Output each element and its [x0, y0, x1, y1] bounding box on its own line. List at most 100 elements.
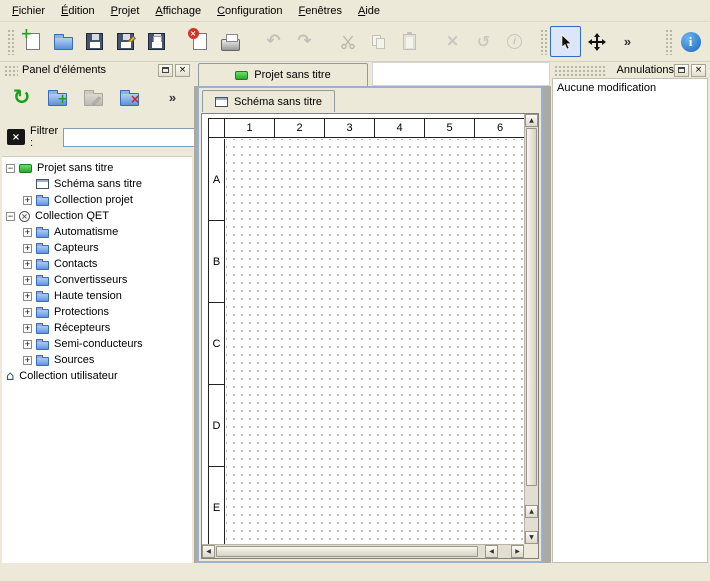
print-button[interactable] — [215, 26, 246, 57]
scroll-left-button[interactable]: ◀ — [485, 545, 498, 558]
horizontal-scroll-thumb[interactable] — [216, 546, 478, 557]
tree-expander[interactable]: + — [23, 308, 32, 317]
vertical-scrollbar[interactable]: ▲ ▲ ▼ — [524, 114, 538, 544]
close-panel-button[interactable]: × — [691, 64, 706, 77]
menu-fenetres[interactable]: Fenêtres — [291, 2, 350, 20]
open-file-button[interactable] — [48, 26, 79, 57]
toolbar-drag-handle[interactable] — [7, 29, 14, 55]
help-toolbar-drag-handle[interactable] — [665, 29, 672, 55]
folder-icon — [36, 341, 49, 350]
tree-expander[interactable]: + — [23, 356, 32, 365]
tree-item-convertisseurs[interactable]: + Convertisseurs — [2, 272, 192, 288]
tree-expander[interactable]: + — [23, 244, 32, 253]
save-as-button[interactable] — [110, 26, 141, 57]
toolbar-overflow-button[interactable]: » — [612, 26, 643, 57]
project-tab[interactable]: Projet sans titre — [198, 63, 368, 86]
tools-toolbar-drag-handle[interactable] — [540, 29, 547, 55]
tree-expander[interactable]: − — [6, 164, 15, 173]
tree-expander[interactable]: + — [23, 340, 32, 349]
tree-item-haute-tension[interactable]: + Haute tension — [2, 288, 192, 304]
tree-expander[interactable]: + — [23, 196, 32, 205]
tree-expander[interactable]: + — [23, 324, 32, 333]
element-info-button[interactable]: i — [499, 26, 530, 57]
float-panel-button[interactable] — [674, 64, 689, 77]
tree-item-automatisme[interactable]: + Automatisme — [2, 224, 192, 240]
menu-projet[interactable]: Projet — [103, 2, 148, 20]
tree-item-collection-qet[interactable]: − × Collection QET — [2, 208, 192, 224]
tree-expander[interactable]: + — [23, 276, 32, 285]
schema-tab[interactable]: Schéma sans titre — [202, 90, 335, 112]
menu-fichier[interactable]: Fichier — [4, 2, 53, 20]
horizontal-scrollbar[interactable]: ◀ ◀ ▶ — [202, 544, 524, 558]
move-tool-button[interactable] — [581, 26, 612, 57]
new-element-button[interactable]: + — [42, 82, 73, 113]
folder-icon — [36, 309, 49, 318]
scroll-left-button[interactable]: ◀ — [202, 545, 215, 558]
save-all-button[interactable] — [141, 26, 172, 57]
rotate-button[interactable]: ↺ — [468, 26, 499, 57]
close-panel-button[interactable]: × — [175, 64, 190, 77]
reload-collections-button[interactable]: ↻ — [6, 82, 37, 113]
tree-expander[interactable]: + — [23, 260, 32, 269]
tree-item-capteurs[interactable]: + Capteurs — [2, 240, 192, 256]
undo-button[interactable]: ↶ — [258, 26, 289, 57]
menu-configuration[interactable]: Configuration — [209, 2, 290, 20]
diagram-view: 1 2 3 4 5 6 A B C D E — [201, 113, 539, 559]
tree-expander[interactable]: + — [23, 292, 32, 301]
schema-tabbar: Schéma sans titre — [199, 88, 541, 112]
cut-button[interactable] — [332, 26, 363, 57]
paste-button[interactable] — [394, 26, 425, 57]
redo-button[interactable]: ↷ — [289, 26, 320, 57]
tree-item-schema-sans-titre[interactable]: Schéma sans titre — [2, 176, 192, 192]
column-label: 1 — [225, 119, 275, 137]
main-toolbar: + × ↶ ↷ — [0, 22, 710, 62]
row-label: A — [209, 139, 224, 221]
select-tool-button[interactable] — [550, 26, 581, 57]
new-file-button[interactable]: + — [17, 26, 48, 57]
undo-history-list: Aucune modification — [552, 78, 708, 563]
scrollbar-corner — [524, 544, 538, 558]
copy-button[interactable] — [363, 26, 394, 57]
scroll-right-button[interactable]: ▶ — [511, 545, 524, 558]
undo-list-item[interactable]: Aucune modification — [553, 79, 707, 97]
dock-drag-handle[interactable] — [4, 65, 18, 76]
tree-item-collection-projet[interactable]: + Collection projet — [2, 192, 192, 208]
menu-edition[interactable]: Édition — [53, 2, 103, 20]
project-icon — [19, 164, 32, 173]
vertical-scroll-thumb[interactable] — [526, 128, 537, 486]
scroll-up-button[interactable]: ▲ — [525, 505, 538, 518]
row-label: B — [209, 221, 224, 303]
tree-expander[interactable]: − — [6, 212, 15, 221]
schema-grid[interactable] — [226, 139, 524, 544]
tree-expander[interactable]: + — [23, 228, 32, 237]
menu-aide[interactable]: Aide — [350, 2, 388, 20]
dock-drag-handle[interactable] — [554, 65, 607, 76]
menu-affichage[interactable]: Affichage — [147, 2, 209, 20]
panel-toolbar-overflow-button[interactable]: » — [157, 82, 188, 113]
delete-button[interactable]: × — [437, 26, 468, 57]
schema-sheet[interactable]: 1 2 3 4 5 6 A B C D E — [208, 118, 524, 544]
tree-item-sources[interactable]: + Sources — [2, 352, 192, 368]
tree-item-recepteurs[interactable]: + Récepteurs — [2, 320, 192, 336]
delete-element-button[interactable]: × — [114, 82, 145, 113]
save-button[interactable] — [79, 26, 110, 57]
print-icon — [221, 39, 240, 51]
float-panel-button[interactable] — [158, 64, 173, 77]
close-file-button[interactable]: × — [184, 26, 215, 57]
diagram-canvas[interactable]: 1 2 3 4 5 6 A B C D E — [202, 114, 524, 544]
new-element-icon: + — [48, 93, 67, 106]
tree-item-collection-utilisateur[interactable]: ⌂ Collection utilisateur — [2, 368, 192, 384]
scroll-down-button[interactable]: ▼ — [525, 531, 538, 544]
edit-element-button[interactable] — [78, 82, 109, 113]
tree-item-projet-sans-titre[interactable]: − Projet sans titre — [2, 160, 192, 176]
scroll-up-button[interactable]: ▲ — [525, 114, 538, 127]
copy-icon — [371, 34, 387, 50]
clear-filter-button[interactable]: × — [7, 129, 25, 145]
tree-item-protections[interactable]: + Protections — [2, 304, 192, 320]
float-icon — [678, 67, 685, 73]
tree-item-contacts[interactable]: + Contacts — [2, 256, 192, 272]
help-button[interactable]: i — [675, 26, 706, 57]
close-icon: × — [179, 66, 187, 75]
tree-item-semi-conducteurs[interactable]: + Semi-conducteurs — [2, 336, 192, 352]
filter-input[interactable] — [63, 128, 213, 147]
